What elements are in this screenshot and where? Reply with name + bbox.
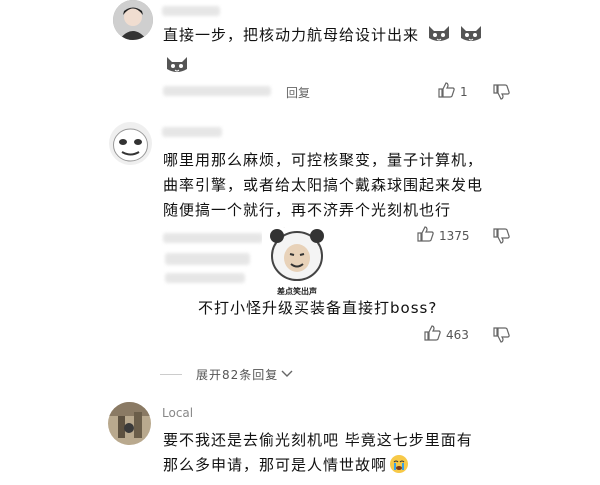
avatar[interactable] xyxy=(109,122,152,165)
like-count: 1375 xyxy=(439,228,470,243)
like-count: 463 xyxy=(446,327,469,342)
thumbs-up-icon xyxy=(438,82,455,101)
comment-text: 哪里用那么麻烦，可控核聚变，量子计算机， 曲率引擎，或者给太阳搞个戴森球围起来发… xyxy=(163,151,484,219)
expand-replies-label: 展开82条回复 xyxy=(196,368,279,382)
username-blurred xyxy=(162,127,222,137)
cat-emoji xyxy=(165,53,189,75)
thumbs-down-icon[interactable] xyxy=(493,228,510,248)
avatar[interactable] xyxy=(108,402,151,445)
like-count: 1 xyxy=(460,84,468,99)
thumbs-up-icon xyxy=(417,226,434,245)
avatar[interactable] xyxy=(113,0,153,40)
chevron-down-icon xyxy=(281,368,293,382)
timestamp-blurred xyxy=(163,233,263,243)
expand-replies-button[interactable]: 展开82条回复 xyxy=(196,366,293,383)
thumbs-down-icon[interactable] xyxy=(493,84,510,104)
cat-emoji xyxy=(459,22,483,44)
meme-sticker: 差点笑出声 xyxy=(262,228,332,296)
like-button[interactable]: 1 xyxy=(438,82,468,101)
comment-text: 要不我还是去偷光刻机吧 毕竟这七步里面有 那么多申请，那可是人情世故啊 xyxy=(163,431,473,474)
crying-face-emoji xyxy=(389,454,409,474)
reply-button[interactable]: 回复 xyxy=(286,84,310,101)
reply-text: 不打小怪升级买装备直接打boss? xyxy=(198,299,438,317)
timestamp-blurred xyxy=(163,86,271,96)
comment-text: 直接一步，把核动力航母给设计出来 xyxy=(163,22,503,48)
expand-replies-divider xyxy=(160,374,182,375)
reply-username-blurred xyxy=(165,253,250,265)
username[interactable]: Local xyxy=(162,406,193,420)
thumbs-up-icon xyxy=(424,325,441,344)
reply-meta-blurred xyxy=(165,273,245,283)
cat-emoji xyxy=(427,22,451,44)
username-blurred xyxy=(162,6,220,16)
like-button[interactable]: 1375 xyxy=(417,226,470,245)
thumbs-down-icon[interactable] xyxy=(493,327,510,347)
reply-like-button[interactable]: 463 xyxy=(424,325,469,344)
